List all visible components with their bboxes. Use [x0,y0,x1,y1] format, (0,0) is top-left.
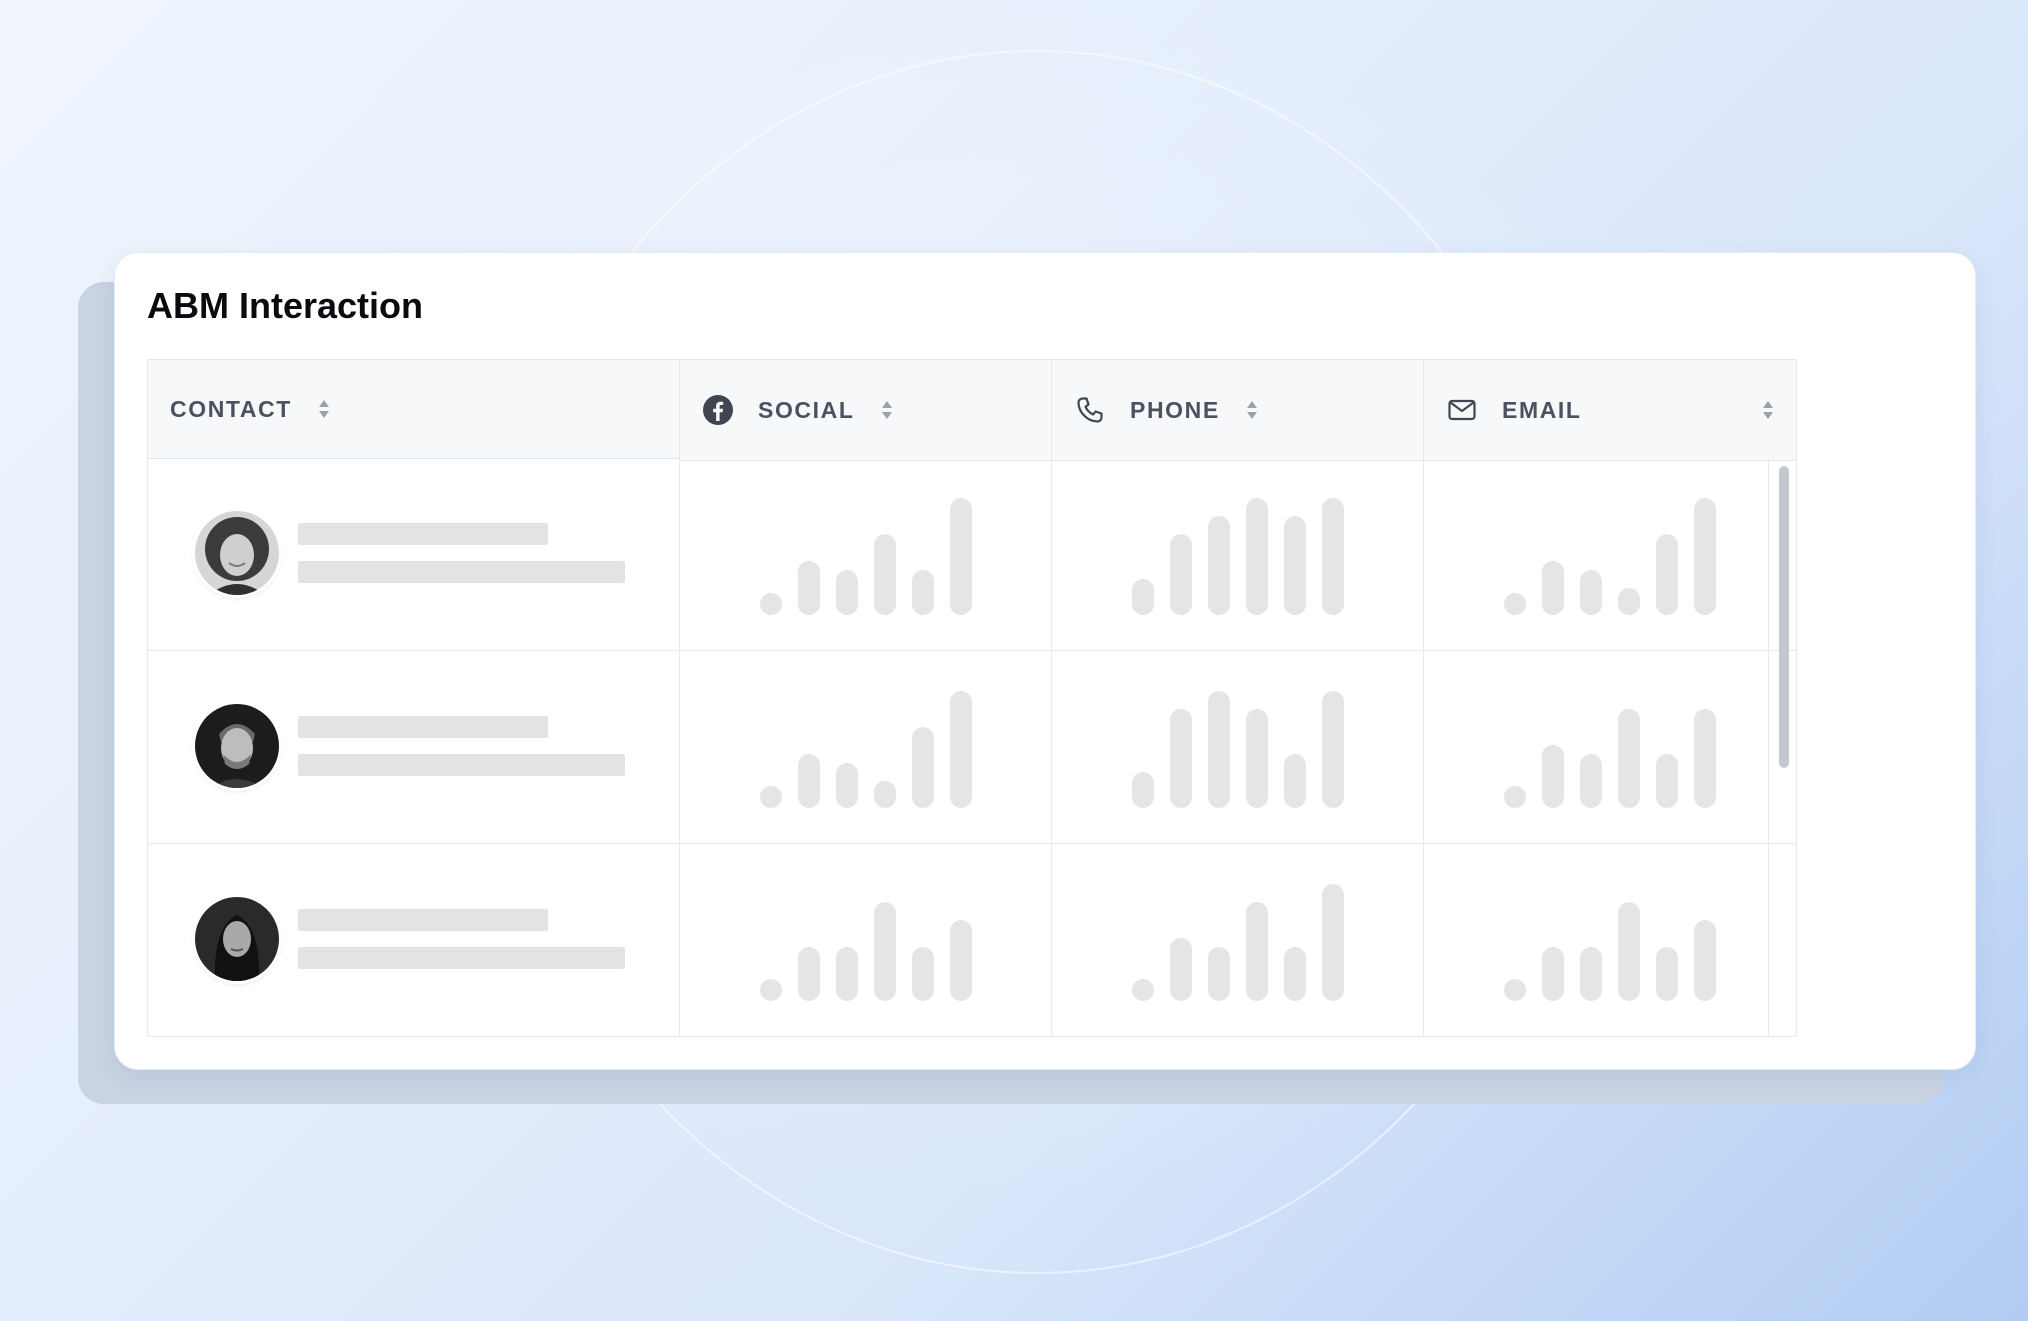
interaction-bar [1618,588,1640,615]
interaction-bar [1656,947,1678,1001]
scrollbar-thumb[interactable] [1779,466,1789,768]
interaction-bar [1580,754,1602,808]
contact-name-placeholder [298,523,548,545]
interaction-bar [836,570,858,615]
interaction-bar [1656,534,1678,615]
interaction-bar [1170,534,1192,615]
interaction-bar [1246,709,1268,808]
avatar [195,511,279,595]
interaction-bar [1694,920,1716,1001]
mail-icon [1448,399,1476,421]
interaction-bar [1580,947,1602,1001]
column-header-label: EMAIL [1502,396,1582,423]
card-title: ABM Interaction [147,285,424,326]
interaction-bar [798,561,820,615]
woman-dark-hair-avatar [195,897,279,981]
interaction-bar [1246,902,1268,1001]
interaction-bar [760,593,782,615]
column-header-social[interactable]: SOCIAL [680,360,1052,461]
column-header-contact[interactable]: CONTACT [148,360,680,459]
column-divider [1768,459,1769,1037]
row-divider [148,843,1796,844]
interaction-bar [760,979,782,1001]
interaction-bar [1504,593,1526,615]
column-header-label: CONTACT [170,395,292,422]
interaction-bar [798,947,820,1001]
interaction-bar [1132,772,1154,808]
interaction-bar [950,920,972,1001]
interaction-bar [1208,947,1230,1001]
column-header-label: SOCIAL [758,396,855,423]
interaction-bar [1284,947,1306,1001]
phone-icon [1077,397,1103,423]
column-header-phone[interactable]: PHONE [1052,360,1424,461]
contact-name-placeholder [298,909,548,931]
row-divider [148,650,1796,651]
man-bearded-avatar [195,704,279,788]
contact-name-placeholder [298,716,548,738]
interaction-bar [874,902,896,1001]
interaction-bar [1208,691,1230,808]
interaction-bar [912,727,934,808]
interaction-bar [950,691,972,808]
interaction-bar [912,570,934,615]
avatar [195,897,279,981]
interaction-bar [836,763,858,808]
interaction-bar [1322,691,1344,808]
column-divider [679,459,680,1037]
interaction-bar [1504,979,1526,1001]
contact-detail-placeholder [298,561,625,583]
interaction-bar [836,947,858,1001]
interaction-bar [1618,709,1640,808]
column-header-label: PHONE [1130,396,1220,423]
interaction-bar [950,498,972,615]
interaction-bar [1170,938,1192,1001]
sort-icon[interactable] [881,400,893,420]
facebook-icon [703,395,733,425]
interaction-bar [1542,561,1564,615]
interaction-bar [1246,498,1268,615]
interaction-bar [1504,786,1526,808]
column-header-email[interactable]: EMAIL [1424,360,1796,461]
interaction-bar [798,754,820,808]
interaction-bar [912,947,934,1001]
interaction-bar [1284,754,1306,808]
interaction-bar [1694,498,1716,615]
column-divider [1423,459,1424,1037]
contact-detail-placeholder [298,947,625,969]
interaction-bar [1208,516,1230,615]
interaction-bar [1132,979,1154,1001]
sort-icon[interactable] [1246,400,1258,420]
interaction-bar [1580,570,1602,615]
interaction-bar [1322,884,1344,1001]
interaction-bar [1618,902,1640,1001]
interaction-bar [1132,579,1154,615]
sort-icon[interactable] [318,399,330,419]
interaction-bar [1284,516,1306,615]
interaction-bar [874,534,896,615]
contact-detail-placeholder [298,754,625,776]
woman-curly-hair-avatar [195,511,279,595]
interaction-bar [1322,498,1344,615]
column-divider [1051,459,1052,1037]
interaction-table: CONTACT SOCIAL PHONE EMAIL [147,359,1797,1037]
sort-icon[interactable] [1762,400,1774,420]
interaction-bar [1542,745,1564,808]
interaction-bar [874,781,896,808]
interaction-bar [1694,709,1716,808]
interaction-bar [1542,947,1564,1001]
interaction-bar [1170,709,1192,808]
interaction-bar [1656,754,1678,808]
avatar [195,704,279,788]
interaction-bar [760,786,782,808]
